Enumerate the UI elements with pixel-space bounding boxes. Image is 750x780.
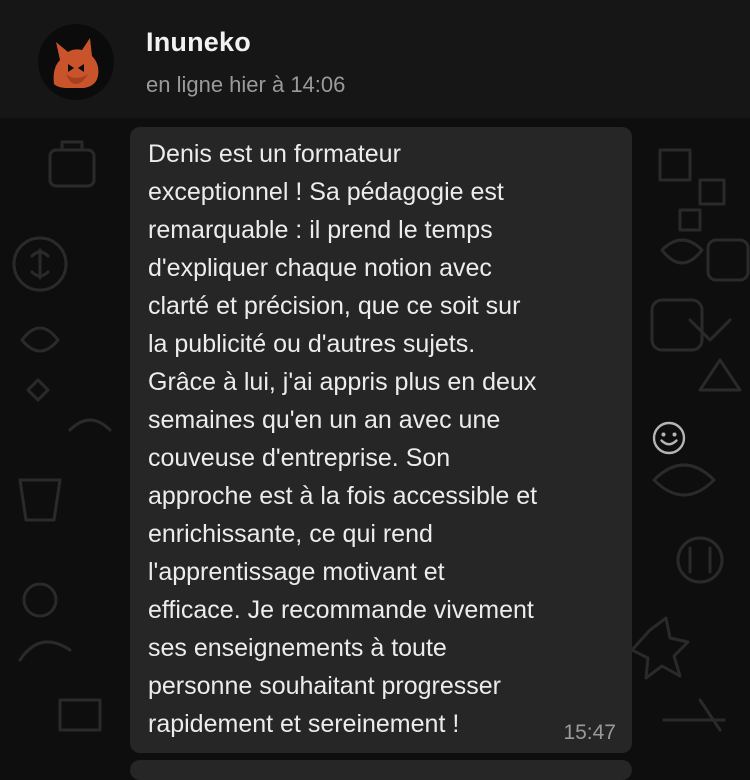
- message-text: Denis est un formateur exceptionnel ! Sa…: [148, 140, 538, 738]
- contact-status: en ligne hier à 14:06: [146, 72, 346, 97]
- contact-name[interactable]: Inuneko: [146, 27, 251, 58]
- message-bubble[interactable]: Denis est un formateur exceptionnel ! Sa…: [130, 127, 632, 753]
- emoji-reaction-button[interactable]: [650, 419, 688, 457]
- contact-avatar[interactable]: [38, 24, 114, 100]
- chat-header: Inuneko en ligne hier à 14:06: [0, 0, 750, 118]
- next-message-bubble-edge: [130, 760, 632, 780]
- message-timestamp: 15:47: [563, 721, 616, 744]
- fox-avatar-icon: [53, 38, 99, 88]
- emoji-reaction-icon: [652, 421, 686, 455]
